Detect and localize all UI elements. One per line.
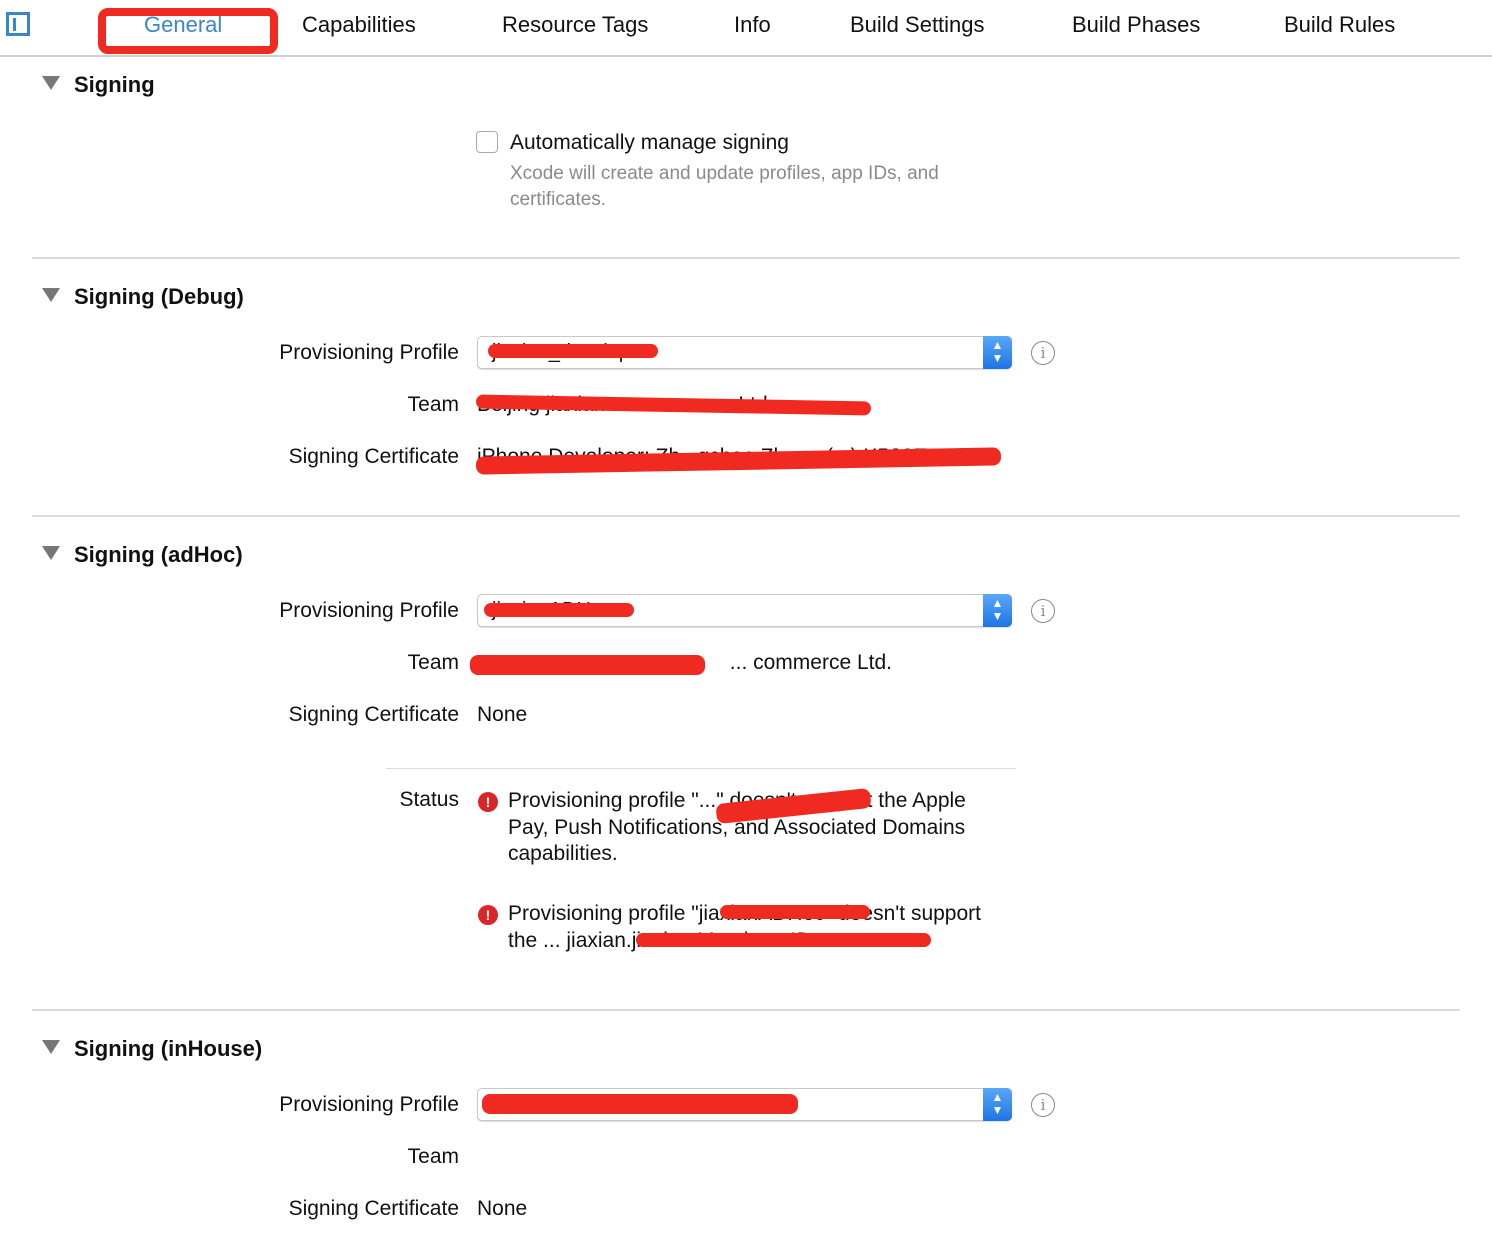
disclosure-triangle-icon[interactable] bbox=[42, 76, 60, 90]
signing-certificate-value: None bbox=[477, 703, 528, 726]
tab-build-phases[interactable]: Build Phases bbox=[1072, 12, 1200, 38]
tab-bar: General Capabilities Resource Tags Info … bbox=[0, 0, 1492, 57]
info-icon[interactable]: i bbox=[1031, 599, 1055, 623]
section-signing-debug[interactable]: Signing (Debug) bbox=[42, 284, 244, 310]
divider bbox=[386, 768, 1016, 769]
error-icon: ! bbox=[478, 905, 498, 925]
info-icon[interactable]: i bbox=[1031, 1093, 1055, 1117]
auto-signing-description: Xcode will create and update profiles, a… bbox=[510, 163, 939, 210]
section-title: Signing (Debug) bbox=[74, 284, 244, 309]
signing-certificate-value: None bbox=[477, 1197, 528, 1220]
redaction bbox=[636, 933, 931, 947]
sidebar-toggle-icon[interactable] bbox=[6, 12, 30, 36]
team-label: Team bbox=[407, 1145, 459, 1168]
team-value: ... commerce Ltd. bbox=[729, 651, 892, 674]
divider bbox=[32, 257, 1460, 259]
redaction bbox=[482, 1094, 798, 1114]
section-signing-adhoc[interactable]: Signing (adHoc) bbox=[42, 542, 243, 568]
auto-signing-label: Automatically manage signing bbox=[510, 131, 789, 154]
team-label: Team bbox=[407, 651, 459, 674]
signing-certificate-label: Signing Certificate bbox=[288, 445, 459, 468]
auto-signing-checkbox[interactable] bbox=[476, 131, 498, 153]
disclosure-triangle-icon[interactable] bbox=[42, 288, 60, 302]
section-signing-inhouse[interactable]: Signing (inHouse) bbox=[42, 1036, 262, 1062]
status-label: Status bbox=[399, 788, 459, 811]
highlight-annotation bbox=[98, 8, 278, 54]
error-icon: ! bbox=[478, 792, 498, 812]
tab-resource-tags[interactable]: Resource Tags bbox=[502, 12, 648, 38]
tab-build-settings[interactable]: Build Settings bbox=[850, 12, 985, 38]
provisioning-profile-label: Provisioning Profile bbox=[279, 599, 459, 622]
divider bbox=[32, 515, 1460, 517]
section-title: Signing (adHoc) bbox=[74, 542, 243, 567]
section-signing[interactable]: Signing bbox=[42, 72, 155, 98]
provisioning-profile-label: Provisioning Profile bbox=[279, 1093, 459, 1116]
provisioning-profile-label: Provisioning Profile bbox=[279, 341, 459, 364]
signing-certificate-label: Signing Certificate bbox=[288, 1197, 459, 1220]
disclosure-triangle-icon[interactable] bbox=[42, 546, 60, 560]
team-label: Team bbox=[407, 393, 459, 416]
divider bbox=[32, 1009, 1460, 1011]
redaction bbox=[484, 603, 634, 617]
redaction bbox=[720, 905, 870, 919]
disclosure-triangle-icon[interactable] bbox=[42, 1040, 60, 1054]
section-title: Signing bbox=[74, 72, 155, 97]
chevron-updown-icon: ▲ ▼ bbox=[983, 594, 1012, 627]
redaction bbox=[488, 344, 658, 358]
chevron-updown-icon: ▲ ▼ bbox=[983, 336, 1012, 369]
tab-build-rules[interactable]: Build Rules bbox=[1284, 12, 1395, 38]
chevron-updown-icon: ▲ ▼ bbox=[983, 1088, 1012, 1121]
tab-capabilities[interactable]: Capabilities bbox=[302, 12, 416, 38]
section-title: Signing (inHouse) bbox=[74, 1036, 263, 1061]
tab-info[interactable]: Info bbox=[734, 12, 771, 38]
signing-certificate-label: Signing Certificate bbox=[288, 703, 459, 726]
info-icon[interactable]: i bbox=[1031, 341, 1055, 365]
redaction bbox=[470, 655, 705, 675]
